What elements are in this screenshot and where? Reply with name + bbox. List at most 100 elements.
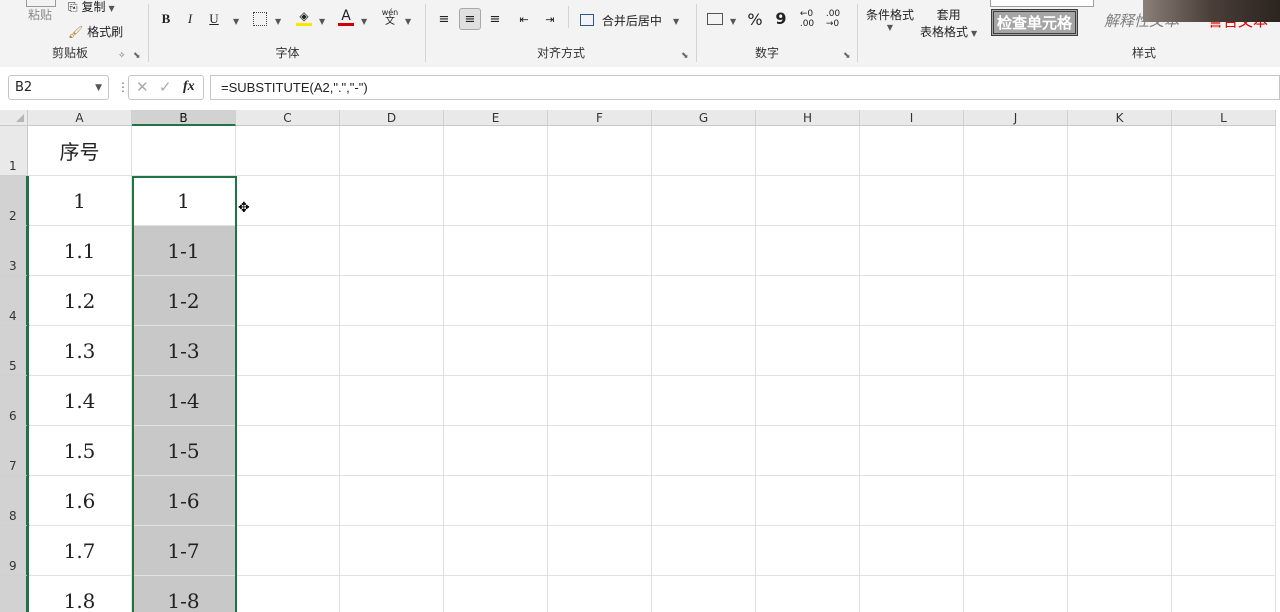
font-color-dropdown[interactable]: ▼ <box>358 13 367 27</box>
cell-k6[interactable] <box>1068 376 1172 426</box>
cell-f6[interactable] <box>548 376 652 426</box>
number-launcher-icon[interactable]: ⬊ <box>843 51 851 61</box>
cell-j3[interactable] <box>964 226 1068 276</box>
cell-c8[interactable] <box>236 476 340 526</box>
cell-a9[interactable]: 1.7 <box>28 526 132 576</box>
cell-d9[interactable] <box>340 526 444 576</box>
align-left-button[interactable]: ≡ <box>434 9 454 29</box>
cell-f4[interactable] <box>548 276 652 326</box>
underline-button[interactable]: U <box>204 9 224 29</box>
cell-j1[interactable] <box>964 126 1068 176</box>
number-format-button[interactable] <box>705 9 725 29</box>
cell-b2[interactable]: 1 <box>132 176 236 226</box>
chevron-down-icon[interactable]: ▼ <box>95 83 102 93</box>
column-header-b[interactable]: B <box>132 110 236 126</box>
cell-d2[interactable] <box>340 176 444 226</box>
row-header[interactable]: 6 <box>0 376 28 426</box>
cell-j9[interactable] <box>964 526 1068 576</box>
cell-l9[interactable] <box>1172 526 1276 576</box>
cell-d1[interactable] <box>340 126 444 176</box>
cell-b7[interactable]: 1-5 <box>132 426 236 476</box>
cell-i6[interactable] <box>860 376 964 426</box>
column-header-k[interactable]: K <box>1068 110 1172 126</box>
cell-c6[interactable] <box>236 376 340 426</box>
column-header-i[interactable]: I <box>860 110 964 126</box>
cell-e4[interactable] <box>444 276 548 326</box>
table-format-button[interactable]: 套用 表格格式 ▼ <box>920 6 977 40</box>
cell-g1[interactable] <box>652 126 756 176</box>
column-header-d[interactable]: D <box>340 110 444 126</box>
cell-a7[interactable]: 1.5 <box>28 426 132 476</box>
cell-i9[interactable] <box>860 526 964 576</box>
cell-d4[interactable] <box>340 276 444 326</box>
cell-i3[interactable] <box>860 226 964 276</box>
cell-j10[interactable] <box>964 576 1068 612</box>
cell-k10[interactable] <box>1068 576 1172 612</box>
cell-h2[interactable] <box>756 176 860 226</box>
border-button[interactable] <box>250 9 270 29</box>
cell-a8[interactable]: 1.6 <box>28 476 132 526</box>
cell-a10[interactable]: 1.8 <box>28 576 132 612</box>
cell-e3[interactable] <box>444 226 548 276</box>
cell-e10[interactable] <box>444 576 548 612</box>
cell-k1[interactable] <box>1068 126 1172 176</box>
cell-j4[interactable] <box>964 276 1068 326</box>
phonetic-dropdown[interactable]: ▼ <box>402 13 411 27</box>
cell-c9[interactable] <box>236 526 340 576</box>
format-painter-button[interactable]: 🖌 格式刷 <box>68 23 123 40</box>
cell-k2[interactable] <box>1068 176 1172 226</box>
cell-b8[interactable]: 1-6 <box>132 476 236 526</box>
cell-f3[interactable] <box>548 226 652 276</box>
cell-l7[interactable] <box>1172 426 1276 476</box>
cell-h6[interactable] <box>756 376 860 426</box>
italic-button[interactable]: I <box>180 9 200 29</box>
row-header[interactable]: 1 <box>0 126 28 176</box>
name-box[interactable]: B2 ▼ <box>8 75 109 100</box>
cell-i4[interactable] <box>860 276 964 326</box>
merge-center-button[interactable]: 合并后居中 <box>580 12 662 29</box>
fill-color-dropdown[interactable]: ▼ <box>316 13 325 27</box>
cell-c4[interactable] <box>236 276 340 326</box>
decrease-decimal-button[interactable]: .00 →0 <box>823 9 843 29</box>
cell-d3[interactable] <box>340 226 444 276</box>
cell-f2[interactable] <box>548 176 652 226</box>
cell-e2[interactable] <box>444 176 548 226</box>
decrease-indent-button[interactable]: ⇤ <box>514 9 534 29</box>
cell-k3[interactable] <box>1068 226 1172 276</box>
bold-button[interactable]: B <box>156 9 176 29</box>
clipboard-launcher-icon[interactable]: ⬊ <box>133 51 141 61</box>
cell-g2[interactable] <box>652 176 756 226</box>
cell-b1[interactable] <box>132 126 236 176</box>
cell-g8[interactable] <box>652 476 756 526</box>
cell-a1[interactable]: 序号 <box>28 126 132 176</box>
cell-l2[interactable] <box>1172 176 1276 226</box>
cell-f9[interactable] <box>548 526 652 576</box>
cell-h5[interactable] <box>756 326 860 376</box>
row-header[interactable]: 7 <box>0 426 28 476</box>
cell-c10[interactable] <box>236 576 340 612</box>
cell-d5[interactable] <box>340 326 444 376</box>
cell-g9[interactable] <box>652 526 756 576</box>
cell-j5[interactable] <box>964 326 1068 376</box>
cell-k9[interactable] <box>1068 526 1172 576</box>
align-right-button[interactable]: ≡ <box>485 9 505 29</box>
number-format-dropdown[interactable]: ▼ <box>727 13 736 27</box>
row-header[interactable]: 9 <box>0 526 28 576</box>
cell-i1[interactable] <box>860 126 964 176</box>
cell-c7[interactable] <box>236 426 340 476</box>
confirm-icon[interactable]: ✓ <box>159 78 172 96</box>
copy-button[interactable]: ⎘ 复制 ▼ <box>68 0 115 15</box>
increase-decimal-button[interactable]: ←0.00 <box>797 9 817 29</box>
cell-f8[interactable] <box>548 476 652 526</box>
column-header-a[interactable]: A <box>28 110 132 126</box>
cell-l5[interactable] <box>1172 326 1276 376</box>
cell-g7[interactable] <box>652 426 756 476</box>
cell-e5[interactable] <box>444 326 548 376</box>
cell-l4[interactable] <box>1172 276 1276 326</box>
column-header-c[interactable]: C <box>236 110 340 126</box>
cell-a6[interactable]: 1.4 <box>28 376 132 426</box>
column-header-e[interactable]: E <box>444 110 548 126</box>
cell-k4[interactable] <box>1068 276 1172 326</box>
cell-h10[interactable] <box>756 576 860 612</box>
cell-i2[interactable] <box>860 176 964 226</box>
